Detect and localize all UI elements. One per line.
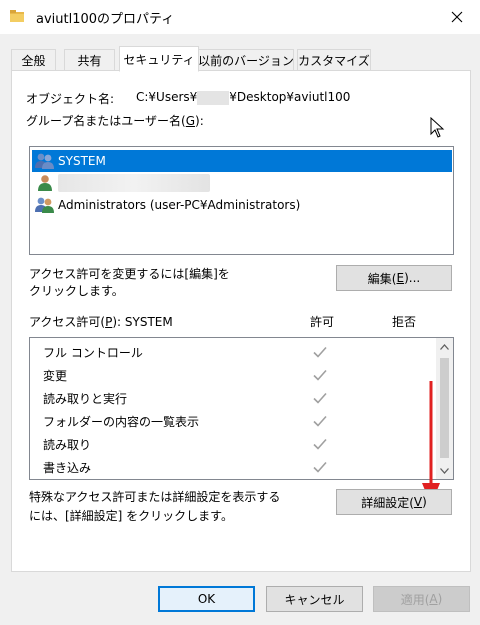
- permission-row: フル コントロール: [30, 340, 435, 364]
- permission-row: 読み取り: [30, 432, 435, 456]
- checkmark-icon: [313, 392, 327, 404]
- checkmark-icon: [313, 369, 327, 381]
- permission-list[interactable]: フル コントロール 変更 読み取りと実行 フォルダーの内容の一覧表示 読み取り …: [29, 337, 454, 480]
- list-item-user[interactable]: [32, 172, 452, 194]
- list-item-administrators[interactable]: Administrators (user-PC¥Administrators): [32, 194, 452, 216]
- user-name: SYSTEM: [58, 154, 106, 168]
- edit-btn-end: )...: [404, 271, 421, 285]
- advanced-btn-text: 詳細設定(: [361, 495, 414, 510]
- dialog-footer: OK キャンセル 適用(A): [0, 572, 480, 625]
- advanced-btn-key: V: [413, 495, 423, 509]
- security-panel: オブジェクト名: C:¥Users¥ ¥Desktop¥aviutl100 グルー…: [11, 70, 471, 572]
- group-label-end: ):: [195, 114, 204, 128]
- mouse-cursor-icon: [430, 117, 445, 138]
- permission-row: 書き込み: [30, 455, 435, 479]
- permission-name: フォルダーの内容の一覧表示: [43, 414, 200, 429]
- advanced-button[interactable]: 詳細設定(V): [336, 489, 452, 515]
- checkmark-icon: [313, 438, 327, 450]
- ok-button[interactable]: OK: [158, 586, 255, 612]
- group-label-key: G: [185, 114, 196, 128]
- tab-customize[interactable]: カスタマイズ: [297, 49, 371, 71]
- scroll-up-icon[interactable]: [436, 338, 453, 355]
- tab-strip: 全般 共有 セキュリティ 以前のバージョン カスタマイズ: [11, 46, 471, 72]
- group-label-text: グループ名またはユーザー名(: [26, 114, 186, 128]
- edit-hint-line1: アクセス許可を変更するには[編集]を: [29, 267, 230, 281]
- window-title: aviutl100のプロパティ: [36, 12, 175, 27]
- column-deny: 拒否: [392, 315, 417, 329]
- checkmark-icon: [313, 346, 327, 358]
- title-bar: aviutl100のプロパティ: [0, 0, 480, 34]
- object-path-prefix: C:¥Users¥: [136, 90, 198, 104]
- redacted-user-name: [58, 174, 210, 192]
- checkmark-icon: [313, 415, 327, 427]
- close-icon: [451, 11, 463, 23]
- edit-button[interactable]: 編集(E)...: [336, 265, 452, 291]
- permission-name: 読み取り: [43, 437, 92, 452]
- object-path-suffix: ¥Desktop¥aviutl100: [229, 90, 351, 104]
- cancel-button[interactable]: キャンセル: [266, 586, 363, 612]
- permission-row: フォルダーの内容の一覧表示: [30, 409, 435, 433]
- users-group-icon: [35, 197, 54, 213]
- perm-label-text: アクセス許可(: [29, 315, 106, 329]
- edit-btn-key: E: [396, 271, 405, 285]
- edit-btn-text: 編集(: [367, 271, 397, 286]
- permission-row: 読み取りと実行: [30, 386, 435, 410]
- list-item-system[interactable]: SYSTEM: [32, 150, 452, 172]
- perm-label-end: ): SYSTEM: [112, 315, 173, 329]
- tab-security[interactable]: セキュリティ: [119, 46, 199, 72]
- advanced-btn-end: ): [422, 495, 427, 509]
- permission-name: 変更: [43, 368, 68, 383]
- apply-btn-key: A: [429, 592, 438, 606]
- apply-btn-text: 適用(: [400, 592, 430, 607]
- users-group-icon: [35, 153, 54, 169]
- permission-name: フル コントロール: [43, 345, 143, 360]
- close-button[interactable]: [434, 0, 480, 34]
- edit-hint-line2: クリックします。: [29, 284, 124, 298]
- permission-name: 書き込み: [43, 460, 92, 475]
- user-name: Administrators (user-PC¥Administrators): [58, 198, 301, 212]
- apply-btn-end: ): [437, 592, 443, 606]
- folder-icon: [10, 10, 24, 22]
- checkmark-icon: [313, 461, 327, 473]
- column-allow: 許可: [310, 315, 335, 329]
- permission-label: アクセス許可(P): SYSTEM: [29, 313, 173, 330]
- object-path: C:¥Users¥ ¥Desktop¥aviutl100: [136, 90, 350, 105]
- advanced-hint-line2: には、[詳細設定] をクリックします。: [29, 509, 233, 523]
- apply-button[interactable]: 適用(A): [373, 586, 470, 612]
- tab-sharing[interactable]: 共有: [64, 49, 115, 71]
- permission-row: 変更: [30, 363, 435, 387]
- group-user-label: グループ名またはユーザー名(G):: [26, 112, 204, 129]
- red-arrow-annotation: [422, 381, 440, 505]
- tab-general[interactable]: 全般: [11, 49, 56, 71]
- advanced-hint-line1: 特殊なアクセス許可または詳細設定を表示する: [29, 490, 281, 504]
- permission-name: 読み取りと実行: [43, 391, 128, 406]
- tab-previous-versions[interactable]: 以前のバージョン: [198, 49, 294, 71]
- redacted-username: [197, 90, 230, 105]
- user-list[interactable]: SYSTEM Administrators (user-PC¥Administr…: [29, 146, 454, 255]
- object-name-label: オブジェクト名:: [26, 92, 115, 106]
- user-icon: [38, 175, 52, 191]
